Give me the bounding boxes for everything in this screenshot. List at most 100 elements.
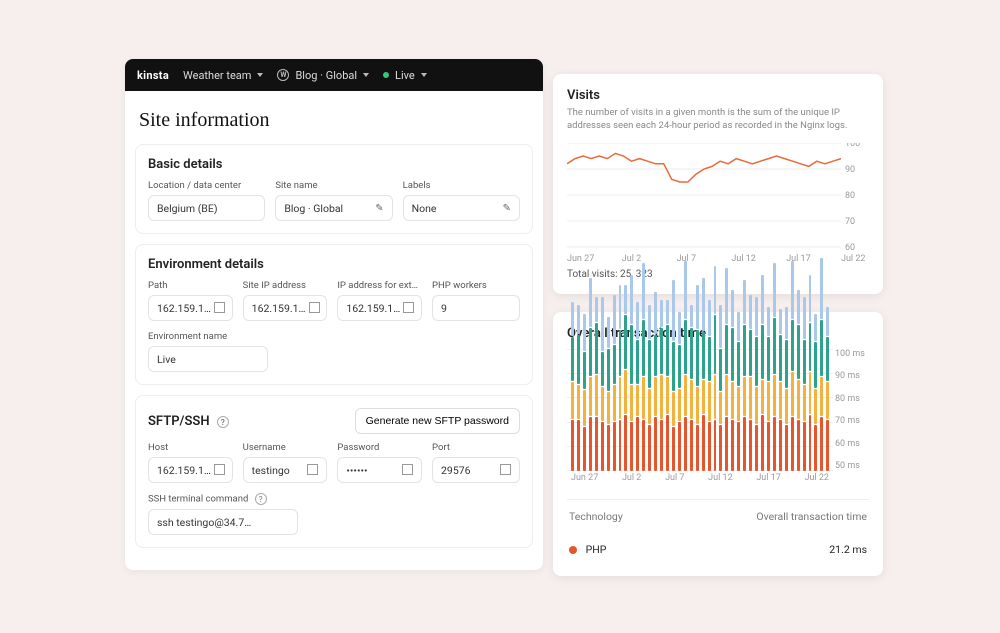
copy-icon[interactable] — [404, 466, 413, 475]
bar-segment — [672, 427, 675, 471]
php-color-icon — [569, 546, 577, 554]
sftp-ssh-title-text: SFTP/SSH — [148, 414, 210, 429]
bar-column — [630, 275, 633, 471]
bar-segment — [684, 261, 687, 320]
bar-segment — [571, 302, 574, 336]
bar-segment — [702, 332, 705, 378]
bar-segment — [684, 320, 687, 374]
envname-field[interactable]: Live — [148, 346, 268, 372]
bar-segment — [624, 315, 627, 369]
bar-segment — [690, 328, 693, 379]
help-icon[interactable]: ? — [255, 493, 267, 505]
bar-column — [613, 295, 616, 471]
bar-segment — [809, 415, 812, 471]
bar-segment — [619, 420, 622, 471]
bar-segment — [814, 389, 817, 423]
x-tick: Jul 17 — [756, 473, 780, 489]
bar-segment — [601, 422, 604, 471]
phpworkers-field[interactable]: 9 — [432, 295, 520, 321]
port-field[interactable]: 29576 — [432, 457, 520, 483]
bar-segment — [577, 305, 580, 334]
bar-segment — [761, 380, 764, 414]
siteip-field[interactable]: 162.159.134.42 — [243, 295, 328, 321]
bar-column — [666, 300, 669, 471]
site-selector[interactable]: W Blog · Global — [277, 69, 369, 82]
bar-segment — [690, 305, 693, 327]
labels-field[interactable]: None ✎ — [403, 195, 520, 221]
username-field[interactable]: testingo — [243, 457, 328, 483]
bar-segment — [803, 422, 806, 471]
bar-segment — [601, 387, 604, 421]
bar-column — [803, 297, 806, 471]
bar-column — [654, 292, 657, 471]
sitename-value: Blog · Global — [284, 202, 343, 215]
copy-icon[interactable] — [405, 304, 413, 313]
bar-segment — [672, 280, 675, 341]
bar-segment — [648, 305, 651, 339]
bar-segment — [624, 285, 627, 314]
bar-segment — [708, 382, 711, 421]
copy-icon[interactable] — [216, 304, 224, 313]
bar-segment — [690, 420, 693, 471]
sshcmd-field[interactable]: ssh testingo@34.7… — [148, 509, 298, 535]
path-field[interactable]: 162.159.134.42 — [148, 295, 233, 321]
siteip-label: Site IP address — [243, 280, 328, 291]
bar-column — [636, 302, 639, 471]
bar-segment — [672, 392, 675, 426]
chart-y-axis: 100 ms90 ms80 ms70 ms60 ms50 ms — [835, 349, 869, 471]
bar-segment — [654, 292, 657, 333]
generate-sftp-password-button[interactable]: Generate new SFTP password — [355, 408, 520, 434]
bar-segment — [755, 337, 758, 386]
bar-column — [814, 314, 817, 471]
bar-segment — [708, 337, 711, 381]
team-selector-label: Weather team — [183, 69, 251, 82]
host-field[interactable]: 162.159.134.42 — [148, 457, 233, 483]
sitename-field[interactable]: Blog · Global ✎ — [275, 195, 392, 221]
phpworkers-value: 9 — [441, 302, 447, 315]
bar-segment — [571, 420, 574, 471]
password-field[interactable]: •••••• — [337, 457, 422, 483]
copy-icon[interactable] — [311, 304, 319, 313]
bar-segment — [583, 352, 586, 389]
bar-segment — [797, 290, 800, 324]
edit-icon[interactable]: ✎ — [503, 203, 511, 214]
bar-segment — [642, 320, 645, 376]
help-icon[interactable]: ? — [217, 416, 229, 428]
y-tick: 100 ms — [835, 349, 869, 359]
bar-segment — [725, 375, 728, 416]
bar-segment — [589, 417, 592, 471]
bar-column — [820, 258, 823, 471]
bar-column — [785, 307, 788, 471]
bar-segment — [820, 320, 823, 376]
bar-segment — [589, 278, 592, 327]
bar-segment — [714, 315, 717, 374]
transaction-time-chart: 100 ms90 ms80 ms70 ms60 ms50 ms Jun 27Ju… — [567, 349, 869, 489]
bar-column — [797, 290, 800, 471]
visits-total-value: 25, 323 — [620, 269, 653, 280]
bar-segment — [607, 425, 610, 471]
svg-text:Jul 22: Jul 22 — [841, 254, 865, 263]
bar-segment — [613, 345, 616, 384]
bar-column — [624, 285, 627, 471]
team-selector[interactable]: Weather team — [183, 69, 263, 82]
copy-icon[interactable] — [309, 466, 318, 475]
env-selector[interactable]: Live — [383, 69, 427, 82]
extip-field[interactable]: 162.159.134.42 — [337, 295, 422, 321]
visits-chart: 10090807060Jun 27Jul 2Jul 7Jul 12Jul 17J… — [567, 143, 869, 263]
location-field[interactable]: Belgium (BE) — [148, 195, 265, 221]
bar-segment — [702, 380, 705, 414]
bar-segment — [731, 382, 734, 419]
sshcmd-value: ssh testingo@34.7… — [157, 516, 251, 529]
bar-column — [672, 280, 675, 471]
bar-column — [761, 275, 764, 471]
tech-cell: PHP — [569, 543, 606, 556]
copy-icon[interactable] — [502, 466, 511, 475]
bar-segment — [642, 420, 645, 471]
bar-segment — [648, 389, 651, 423]
edit-icon[interactable]: ✎ — [375, 203, 383, 214]
bar-segment — [820, 258, 823, 319]
copy-icon[interactable] — [216, 466, 224, 475]
bar-segment — [619, 330, 622, 376]
bar-column — [684, 261, 687, 471]
bar-segment — [761, 415, 764, 471]
